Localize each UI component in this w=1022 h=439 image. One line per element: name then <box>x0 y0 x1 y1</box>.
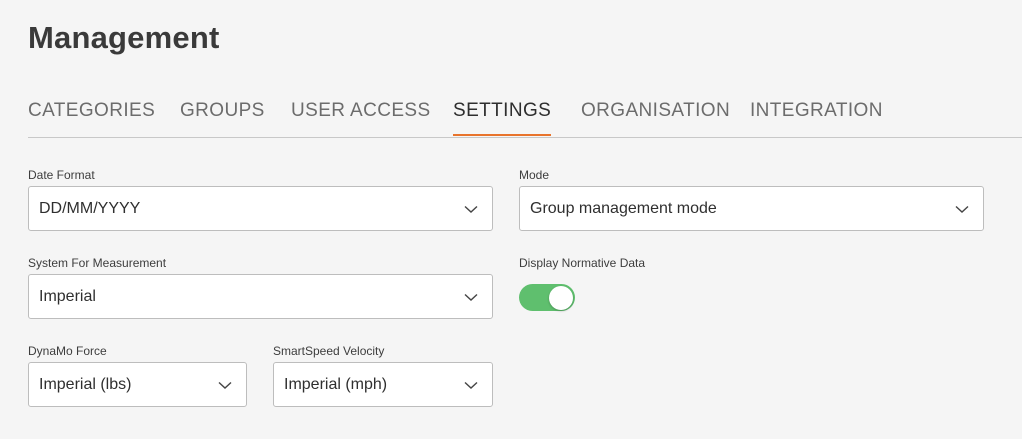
smartspeed-velocity-value: Imperial (mph) <box>284 376 388 393</box>
mode-value: Group management mode <box>530 200 717 217</box>
tab-categories[interactable]: CATEGORIES <box>28 98 155 136</box>
chevron-down-icon <box>464 205 478 213</box>
toggle-knob <box>549 285 573 310</box>
tab-bar: CATEGORIES GROUPS USER ACCESS SETTINGS O… <box>28 98 1022 138</box>
tab-groups[interactable]: GROUPS <box>180 98 265 136</box>
mode-select[interactable]: Group management mode <box>519 186 984 231</box>
date-format-label: Date Format <box>28 168 95 182</box>
date-format-select[interactable]: DD/MM/YYYY <box>28 186 493 231</box>
tab-organisation[interactable]: ORGANISATION <box>581 98 730 136</box>
chevron-down-icon <box>464 293 478 301</box>
system-measurement-label: System For Measurement <box>28 256 167 270</box>
smartspeed-velocity-label: SmartSpeed Velocity <box>273 344 385 358</box>
smartspeed-velocity-select[interactable]: Imperial (mph) <box>273 362 493 407</box>
system-measurement-select[interactable]: Imperial <box>28 274 493 319</box>
chevron-down-icon <box>955 205 969 213</box>
dynamo-force-select[interactable]: Imperial (lbs) <box>28 362 247 407</box>
dynamo-force-label: DynaMo Force <box>28 344 107 358</box>
tab-user-access[interactable]: USER ACCESS <box>291 98 431 136</box>
chevron-down-icon <box>218 381 232 389</box>
normative-data-toggle[interactable] <box>519 284 575 311</box>
dynamo-force-value: Imperial (lbs) <box>39 376 132 393</box>
tab-integration[interactable]: INTEGRATION <box>750 98 883 136</box>
tab-settings[interactable]: SETTINGS <box>453 98 552 136</box>
date-format-value: DD/MM/YYYY <box>39 200 141 217</box>
normative-data-label: Display Normative Data <box>519 256 646 270</box>
page-title: Management <box>28 20 220 55</box>
chevron-down-icon <box>464 381 478 389</box>
mode-label: Mode <box>519 168 550 182</box>
system-measurement-value: Imperial <box>39 288 96 305</box>
